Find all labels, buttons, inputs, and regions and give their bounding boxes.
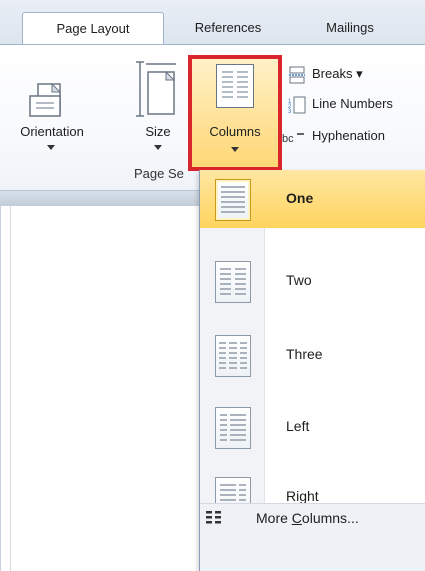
two-columns-icon bbox=[215, 261, 251, 303]
menu-item-left[interactable]: Left bbox=[200, 398, 425, 456]
size-label: Size bbox=[145, 124, 171, 139]
menu-item-label: Right bbox=[286, 488, 319, 504]
line-numbers-label: Line Numbers bbox=[312, 96, 393, 111]
left-column-icon bbox=[215, 407, 251, 449]
page-setup-group-label: Page Se bbox=[134, 166, 184, 181]
orientation-icon bbox=[29, 82, 62, 117]
line-numbers-icon: 1 2 3 bbox=[288, 96, 306, 114]
size-button[interactable] bbox=[136, 60, 178, 124]
hyphenation-button[interactable]: bc Hyphenation bbox=[282, 126, 425, 148]
orientation-label: Orientation bbox=[20, 124, 84, 139]
menu-item-label: One bbox=[286, 190, 314, 206]
orientation-button[interactable] bbox=[26, 74, 72, 124]
ribbon-tab-strip: Page Layout References Mailings bbox=[0, 0, 425, 45]
more-columns-icon bbox=[206, 511, 221, 524]
tab-mailings[interactable]: Mailings bbox=[300, 12, 400, 44]
menu-item-label: Left bbox=[286, 418, 310, 434]
tab-references[interactable]: References bbox=[178, 12, 278, 44]
columns-label: Columns bbox=[209, 124, 261, 139]
svg-text:3: 3 bbox=[288, 109, 292, 114]
more-columns-button[interactable]: More Columns... bbox=[200, 504, 425, 571]
line-numbers-button[interactable]: 1 2 3 Line Numbers bbox=[288, 94, 425, 116]
columns-dropdown-arrow-icon bbox=[231, 147, 239, 152]
orientation-dropdown-arrow-icon bbox=[47, 145, 55, 150]
size-dropdown-arrow-icon bbox=[154, 145, 162, 150]
breaks-button[interactable]: Breaks ▾ bbox=[288, 64, 425, 86]
hyphenation-label: Hyphenation bbox=[312, 128, 385, 143]
size-icon bbox=[136, 61, 176, 117]
menu-item-two[interactable]: Two bbox=[200, 252, 425, 310]
columns-dropdown-menu: One Two Three Left Right More Columns... bbox=[199, 170, 425, 571]
one-column-icon bbox=[215, 179, 251, 221]
menu-item-label: Two bbox=[286, 272, 312, 288]
menu-item-label: Three bbox=[286, 346, 323, 362]
more-columns-label: More Columns... bbox=[256, 510, 359, 526]
hyphenation-icon: bc bbox=[282, 133, 304, 145]
menu-item-three[interactable]: Three bbox=[200, 326, 425, 384]
tab-page-layout[interactable]: Page Layout bbox=[22, 12, 164, 45]
svg-text:bc: bc bbox=[282, 133, 294, 145]
menu-item-one[interactable]: One bbox=[200, 170, 425, 228]
document-edge bbox=[10, 206, 11, 571]
breaks-icon bbox=[289, 66, 305, 84]
breaks-label: Breaks ▾ bbox=[312, 66, 363, 81]
three-columns-icon bbox=[215, 335, 251, 377]
document-area bbox=[0, 206, 200, 571]
columns-icon bbox=[216, 64, 254, 108]
